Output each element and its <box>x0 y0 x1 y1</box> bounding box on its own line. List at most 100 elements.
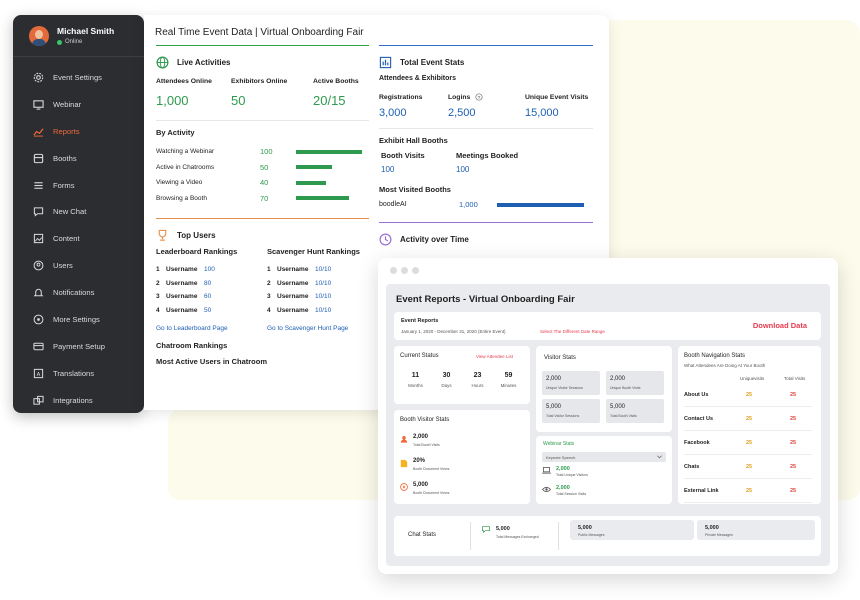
activity-row: Active in Chatrooms 50 <box>156 160 369 176</box>
window-dot-icon[interactable] <box>412 267 419 274</box>
booth-nav-table: About Us 25 25 Contact Us 25 25 Facebook 25 25 Ch… <box>684 383 812 503</box>
window-dot-icon[interactable] <box>401 267 408 274</box>
booth-visitor-card: Booth Visitor Stats 2,000 Total Booth Vi… <box>394 410 530 504</box>
sidebar-item-new-chat[interactable]: New Chat <box>13 198 144 225</box>
chatroom-heading: Chatroom Rankings <box>156 341 228 350</box>
meetings-booked-value: 100 <box>456 165 470 174</box>
activity-value: 100 <box>260 147 273 157</box>
activity-over-time-header: Activity over Time <box>379 228 593 250</box>
activity-value: 40 <box>260 178 269 188</box>
rank-score: 10/10 <box>315 306 332 314</box>
sidebar-item-label: Webinar <box>53 99 82 109</box>
rank-number: 1 <box>156 266 160 274</box>
top-users-header: Top Users <box>156 224 369 246</box>
meetings-booked-label: Meetings Booked <box>456 151 519 160</box>
sidebar-item-webinar[interactable]: Webinar <box>13 91 144 118</box>
activity-bar <box>296 180 326 185</box>
scavenger-list: 1 Username 10/10 2 Username 10/10 3 Username 10/… <box>267 263 331 317</box>
card-icon <box>33 341 44 352</box>
attendees-online-value: 1,000 <box>156 93 189 108</box>
booth-nav-total: 25 <box>790 391 797 398</box>
leaderboard-link[interactable]: Go to Leaderboard Page <box>156 325 267 332</box>
exhibit-hall-heading: Exhibit Hall Booths <box>379 136 448 145</box>
sidebar-item-label: Forms <box>53 180 75 190</box>
sidebar-item-content[interactable]: Content <box>13 225 144 252</box>
rank-username: Username <box>166 279 198 287</box>
booth-nav-total: 25 <box>790 487 797 494</box>
rank-row: 4 Username 50 <box>156 304 267 318</box>
webinar-select[interactable]: Keynote Speech <box>542 452 666 462</box>
visitor-stats-heading: Visitor Stats <box>544 355 576 361</box>
rank-score: 10/10 <box>315 279 332 287</box>
booth-nav-heading: Booth Navigation Stats <box>684 353 746 359</box>
scavenger-link[interactable]: Go to Scavenger Hunt Page <box>267 325 348 332</box>
sidebar-item-more-settings[interactable]: More Settings <box>13 306 144 333</box>
activity-name: Active in Chatrooms <box>156 163 215 171</box>
visitor-stats-card: Visitor Stats 2,000 Unique Visitor Sessio… <box>536 346 672 432</box>
countdown-unit: Hours <box>471 383 484 388</box>
sidebar-item-reports[interactable]: Reports <box>13 118 144 145</box>
date-range: January 1, 2020 - December 31, 2020 (Ent… <box>401 329 506 334</box>
activity-row: Watching a Webinar 100 <box>156 144 369 160</box>
chat-stats-heading: Chat Stats <box>408 532 437 538</box>
sidebar-nav: Event Settings Webinar Reports Booths Fo… <box>13 57 144 414</box>
sidebar-item-translations[interactable]: A Translations <box>13 360 144 387</box>
select-date-range-link[interactable]: Select The Different Date Range <box>540 329 605 334</box>
registrations-value: 3,000 <box>379 107 407 119</box>
rank-row: 2 Username 80 <box>156 277 267 291</box>
booth-visits-value: 100 <box>381 165 395 174</box>
activity-bar <box>296 149 362 154</box>
activity-row: Browsing a Booth 70 <box>156 191 369 207</box>
booth-name: boodleAI <box>379 201 407 208</box>
booth-nav-row: Facebook 25 25 <box>684 431 812 455</box>
sidebar-item-label: Integrations <box>53 395 93 405</box>
help-icon[interactable]: ? <box>475 93 483 101</box>
attendee-list-link[interactable]: View Attendee List <box>476 354 513 359</box>
sidebar-item-integrations[interactable]: Integrations <box>13 387 144 414</box>
rank-number: 3 <box>156 293 160 301</box>
booth-nav-row: External Link 25 25 <box>684 479 812 503</box>
rank-number: 4 <box>156 306 160 314</box>
divider <box>379 45 593 46</box>
user-profile[interactable]: Michael Smith Online <box>13 15 144 57</box>
reports-panel: Event Reports - Virtual Onboarding Fair … <box>386 284 830 566</box>
countdown: 11 Months 30 Days 23 Hours 59 Minutes <box>400 372 524 388</box>
sidebar-item-event-settings[interactable]: Event Settings <box>13 64 144 91</box>
activity-name: Watching a Webinar <box>156 148 215 156</box>
chevron-down-icon <box>657 455 662 459</box>
avatar <box>29 25 49 46</box>
sidebar-item-booths[interactable]: Booths <box>13 145 144 172</box>
rank-score: 60 <box>204 293 212 301</box>
sidebar-item-payment-setup[interactable]: Payment Setup <box>13 333 144 360</box>
sidebar-item-users[interactable]: Users <box>13 252 144 279</box>
unique-visits-column: Uniquevisits <box>740 376 765 381</box>
user-status: Online <box>57 39 114 45</box>
rank-score: 80 <box>204 279 212 287</box>
rank-number: 4 <box>267 306 271 314</box>
eye-icon <box>542 486 551 493</box>
sidebar-item-notifications[interactable]: Notifications <box>13 279 144 306</box>
active-booths-value: 20/15 <box>313 93 346 108</box>
countdown-unit: Minutes <box>500 383 517 388</box>
sidebar-item-label: More Settings <box>53 314 100 324</box>
rank-number: 1 <box>267 266 271 274</box>
window-titlebar <box>378 258 838 283</box>
rank-row: 3 Username 60 <box>156 290 267 304</box>
sidebar-item-label: Reports <box>53 126 80 136</box>
total-visits-column: Total Visits <box>784 376 806 381</box>
attendees-online-label: Attendees Online <box>156 78 212 85</box>
chat-stat-item: 5,000 Public Messages <box>570 520 694 540</box>
sidebar-item-forms[interactable]: Forms <box>13 172 144 199</box>
right-column: Total Event Stats Attendees & Exhibitors… <box>379 45 593 250</box>
sidebar-item-label: Translations <box>53 368 95 378</box>
sidebar-item-label: New Chat <box>53 207 87 217</box>
countdown-value: 59 <box>504 372 513 379</box>
divider <box>558 522 559 550</box>
download-data-button[interactable]: Download Data <box>753 321 807 330</box>
divider <box>156 45 369 46</box>
rank-username: Username <box>277 279 309 287</box>
exhibitors-online-value: 50 <box>231 93 246 108</box>
rank-username: Username <box>277 293 309 301</box>
booth-nav-name: External Link <box>684 487 719 494</box>
window-dot-icon[interactable] <box>390 267 397 274</box>
